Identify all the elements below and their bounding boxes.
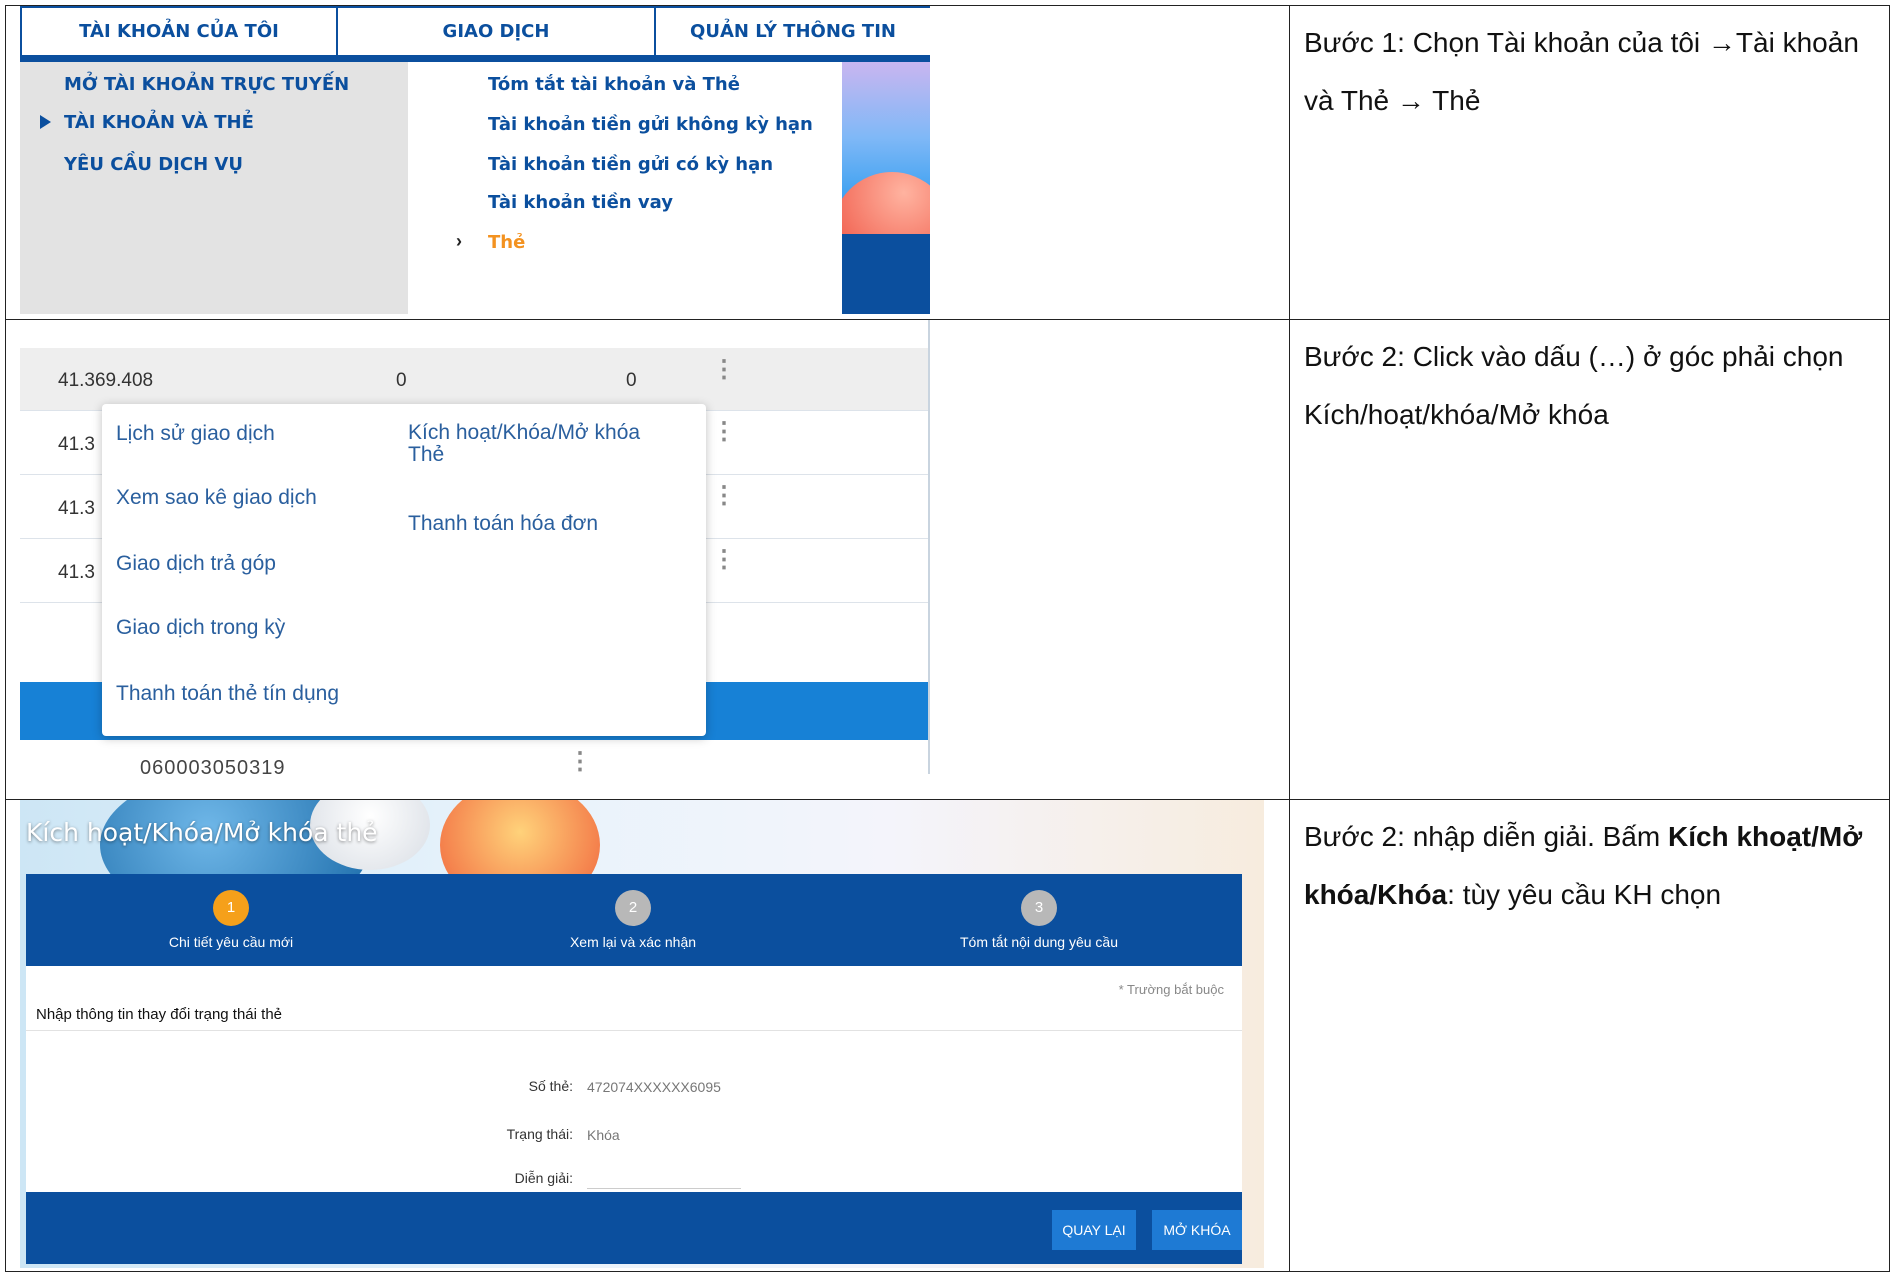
more-options-icon[interactable]: ⋮ xyxy=(712,484,736,508)
ctx-item-activate-lock-unlock-card[interactable]: Kích hoạt/Khóa/Mở khóa Thẻ xyxy=(408,422,678,466)
menu-item-loan-account[interactable]: Tài khoản tiền vay xyxy=(488,192,673,213)
step1-instruction: Bước 1: Chọn Tài khoản của tôi →Tài khoả… xyxy=(1304,27,1859,116)
menu-item-card[interactable]: Thẻ xyxy=(488,232,525,253)
menu-item-accounts-and-cards[interactable]: TÀI KHOẢN VÀ THẺ xyxy=(64,112,254,133)
row-amount: 41.369.408 xyxy=(58,370,154,391)
row-col3-value: 0 xyxy=(626,370,637,391)
required-field-note: * Trường bắt buộc xyxy=(1118,982,1224,997)
context-menu-screenshot: 41.369.408 0 0 ⋮ 41.3 ⋮ 41.3 ⋮ 41.3 ⋮ Lị… xyxy=(20,320,930,774)
unlock-button[interactable]: MỞ KHÓA xyxy=(1152,1210,1242,1250)
wizard-step-2: 2 Xem lại và xác nhận xyxy=(483,890,783,950)
status-value: Khóa xyxy=(587,1127,620,1143)
tab-my-account[interactable]: TÀI KHOẢN CỦA TÔI xyxy=(20,6,338,55)
step3-text-cell: Bước 2: nhập diễn giải. Bấm Kích khoạt/M… xyxy=(1289,799,1890,1272)
row-amount-partial: 41.3 xyxy=(58,562,95,583)
step-number: 1 xyxy=(213,890,249,926)
table-row: 41.369.408 0 0 ⋮ xyxy=(20,348,928,411)
partial-account-number: 060003050319 xyxy=(140,757,286,774)
tab-info-management[interactable]: QUẢN LÝ THÔNG TIN xyxy=(656,6,930,55)
wizard-step-1: 1 Chi tiết yêu cầu mới xyxy=(81,890,381,950)
step3-instruction: Bước 2: nhập diễn giải. Bấm Kích khoạt/M… xyxy=(1290,800,1889,924)
step-number: 3 xyxy=(1021,890,1057,926)
more-options-icon[interactable]: ⋮ xyxy=(712,548,736,572)
menu-screenshot: TÀI KHOẢN CỦA TÔI GIAO DỊCH QUẢN LÝ THÔN… xyxy=(20,6,930,314)
top-nav-tabs: TÀI KHOẢN CỦA TÔI GIAO DỊCH QUẢN LÝ THÔN… xyxy=(20,6,930,62)
ctx-item-period-transactions[interactable]: Giao dịch trong kỳ xyxy=(116,616,285,640)
row-col2-value: 0 xyxy=(396,370,407,391)
card-actions-context-menu: Lịch sử giao dịch Xem sao kê giao dịch G… xyxy=(102,404,706,736)
step1-text-cell: Bước 1: Chọn Tài khoản của tôi →Tài khoả… xyxy=(1289,5,1890,320)
description-input[interactable] xyxy=(587,1164,741,1189)
step-label: Xem lại và xác nhận xyxy=(569,934,697,950)
status-label: Trạng thái: xyxy=(506,1126,573,1142)
step-label: Chi tiết yêu cầu mới xyxy=(168,934,294,950)
form-panel: 1 Chi tiết yêu cầu mới 2 Xem lại và xác … xyxy=(26,874,1242,1264)
ctx-item-view-statement[interactable]: Xem sao kê giao dịch xyxy=(116,486,317,510)
ctx-item-credit-card-payment[interactable]: Thanh toán thẻ tín dụng xyxy=(116,682,339,706)
menu-item-service-request[interactable]: YÊU CẦU DỊCH VỤ xyxy=(64,154,243,175)
step2-text-cell: Bước 2: Click vào dấu (…) ở góc phải chọ… xyxy=(1289,319,1890,800)
section-title: Nhập thông tin thay đổi trạng thái thẻ xyxy=(36,1006,283,1023)
banner-bar xyxy=(842,234,930,314)
instruction-prefix: Bước 2: nhập diễn giải. Bấm xyxy=(1304,821,1668,852)
form-footer: QUAY LẠI MỞ KHÓA xyxy=(26,1192,1242,1264)
row-amount-partial: 41.3 xyxy=(58,498,95,519)
balloon-shape xyxy=(842,172,930,242)
right-submenu: Tóm tắt tài khoản và Thẻ Tài khoản tiền … xyxy=(408,62,842,314)
description-label: Diễn giải: xyxy=(514,1170,573,1186)
balloon-banner-image xyxy=(842,62,930,314)
row-amount-partial: 41.3 xyxy=(58,434,95,455)
card-number-label: Số thẻ: xyxy=(528,1078,573,1094)
instruction-suffix: : tùy yêu cầu KH chọn xyxy=(1447,879,1722,910)
step2-instruction: Bước 2: Click vào dấu (…) ở góc phải chọ… xyxy=(1304,341,1844,430)
back-button[interactable]: QUAY LẠI xyxy=(1052,1210,1136,1250)
more-options-icon[interactable]: ⋮ xyxy=(712,358,736,382)
step-label: Tóm tắt nội dung yêu cầu xyxy=(960,934,1118,950)
step1-screenshot-cell: TÀI KHOẢN CỦA TÔI GIAO DỊCH QUẢN LÝ THÔN… xyxy=(5,5,1290,320)
ctx-item-transaction-history[interactable]: Lịch sử giao dịch xyxy=(116,422,275,446)
menu-item-summary[interactable]: Tóm tắt tài khoản và Thẻ xyxy=(488,74,740,95)
ctx-item-installment[interactable]: Giao dịch trả góp xyxy=(116,552,276,576)
more-options-icon[interactable]: ⋮ xyxy=(568,750,592,774)
step-number: 2 xyxy=(615,890,651,926)
table-row xyxy=(20,320,928,349)
caret-right-icon xyxy=(40,115,51,129)
chevron-right-icon: › xyxy=(456,231,462,251)
wizard-steps-bar: 1 Chi tiết yêu cầu mới 2 Xem lại và xác … xyxy=(26,874,1242,966)
menu-item-term-deposit[interactable]: Tài khoản tiền gửi có kỳ hạn xyxy=(488,154,773,175)
menu-item-open-online-account[interactable]: MỞ TÀI KHOẢN TRỰC TUYẾN xyxy=(64,74,349,95)
step3-screenshot-cell: Kích hoạt/Khóa/Mở khóa thẻ 1 Chi tiết yê… xyxy=(5,799,1290,1272)
more-options-icon[interactable]: ⋮ xyxy=(712,420,736,444)
card-number-value: 472074XXXXXX6095 xyxy=(587,1079,721,1095)
left-submenu: MỞ TÀI KHOẢN TRỰC TUYẾN TÀI KHOẢN VÀ THẺ… xyxy=(20,62,408,314)
menu-item-demand-deposit[interactable]: Tài khoản tiền gửi không kỳ hạn xyxy=(488,114,813,135)
tab-transactions[interactable]: GIAO DỊCH xyxy=(338,6,656,55)
ctx-item-bill-payment[interactable]: Thanh toán hóa đơn xyxy=(408,512,598,536)
page-title: Kích hoạt/Khóa/Mở khóa thẻ xyxy=(26,818,378,847)
step2-screenshot-cell: 41.369.408 0 0 ⋮ 41.3 ⋮ 41.3 ⋮ 41.3 ⋮ Lị… xyxy=(5,319,1290,800)
section-divider xyxy=(26,1030,1242,1031)
lock-unlock-form-screenshot: Kích hoạt/Khóa/Mở khóa thẻ 1 Chi tiết yê… xyxy=(20,800,1264,1268)
instruction-table: TÀI KHOẢN CỦA TÔI GIAO DỊCH QUẢN LÝ THÔN… xyxy=(5,5,1890,1272)
wizard-step-3: 3 Tóm tắt nội dung yêu cầu xyxy=(889,890,1189,950)
